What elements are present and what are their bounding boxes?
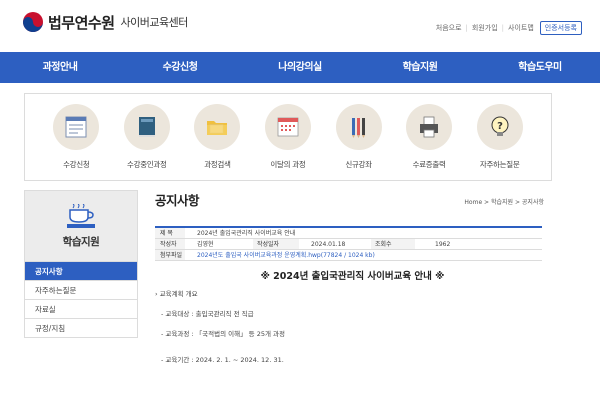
printer-icon	[420, 116, 439, 138]
logo-main-text: 법무연수원	[48, 13, 115, 32]
certificate-register-button[interactable]: 인증서등록	[539, 21, 582, 35]
side-menu-title: 학습지원	[62, 235, 100, 248]
quick-registration[interactable]: 수강신청	[45, 104, 107, 180]
quick-icon-circle	[53, 104, 100, 150]
side-menu-header: 학습지원	[24, 190, 138, 262]
utility-links: 처음으로 | 회원가입 | 사이트맵 인증서등록	[436, 21, 582, 35]
meta-row: 첨부파일 2024년도 출입국 사이버교육과정 운영계획.hwp(77824 /…	[155, 250, 542, 261]
question-bulb-icon: ?	[491, 116, 509, 136]
nav-learning-help[interactable]: 학습도우미	[480, 52, 600, 83]
body-line: - 교육기간 : 2024. 2. 1. ~ 2024. 12. 31.	[161, 356, 284, 364]
breadcrumb: Home > 학습지원 > 공지사항	[464, 199, 544, 206]
calendar-icon	[277, 117, 299, 137]
post-date: 2024.01.18	[311, 241, 346, 248]
quick-label: 수료증출력	[412, 160, 446, 169]
home-link[interactable]: 처음으로	[436, 23, 462, 33]
meta-row: 작성자 김영현 작성일자 2024.01.18 조회수 1962	[155, 239, 542, 250]
side-menu-list: 공지사항 자주하는질문 자료실 규정/지침	[24, 262, 138, 338]
quick-icon-circle	[264, 104, 311, 150]
quick-label: 신규강좌	[345, 160, 372, 169]
quick-course-search[interactable]: 과정검색	[186, 104, 248, 180]
quick-label: 수강신청	[63, 160, 90, 169]
quick-label: 과정검색	[204, 160, 231, 169]
side-item-resources[interactable]: 자료실	[25, 300, 137, 319]
quick-monthly-course[interactable]: 이달의 과정	[257, 104, 319, 180]
quick-menu: 수강신청 수강중인과정 과정검색 이달의 과정 신규강좌 수료증출력 ? 자주하…	[24, 93, 552, 181]
quick-icon-circle	[406, 104, 453, 150]
post-body: › 교육계획 개요 - 교육대상 : 출입국관리직 전 직급 - 교육과정 : …	[155, 288, 550, 374]
quick-icon-circle	[123, 104, 170, 150]
side-item-notice[interactable]: 공지사항	[25, 262, 137, 281]
site-logo[interactable]: 법무연수원 사이버교육센터	[22, 11, 188, 33]
quick-icon-circle	[335, 104, 382, 150]
attachment-link[interactable]: 2024년도 출입국 사이버교육과정 운영계획.hwp(77824 / 1024…	[185, 250, 375, 260]
quick-icon-circle	[194, 104, 241, 150]
attachment-label: 첨부파일	[155, 250, 185, 260]
side-item-faq[interactable]: 자주하는질문	[25, 281, 137, 300]
quick-label: 수강중인과정	[127, 160, 167, 169]
quick-icon-circle: ?	[476, 104, 523, 150]
sitemap-link[interactable]: 사이트맵	[508, 23, 534, 33]
folder-icon	[207, 121, 228, 135]
nav-course-info[interactable]: 과정안내	[0, 52, 120, 83]
registration-form-icon	[65, 116, 87, 138]
views-label: 조회수	[371, 239, 415, 249]
meta-row: 제 목 2024년 출입국관리직 사이버교육 안내	[155, 228, 542, 239]
post-author: 김영현	[197, 241, 214, 248]
nav-registration[interactable]: 수강신청	[120, 52, 240, 83]
body-line: - 교육대상 : 출입국관리직 전 직급	[161, 310, 254, 318]
post-views: 1962	[435, 241, 451, 248]
divider: |	[501, 24, 505, 32]
logo-sub-text: 사이버교육센터	[120, 16, 189, 29]
post-subject: 2024년 출입국관리직 사이버교육 안내	[197, 230, 296, 237]
divider: |	[465, 24, 468, 32]
main-navigation: 과정안내 수강신청 나의강의실 학습지원 학습도우미	[0, 52, 600, 83]
post-meta-table: 제 목 2024년 출입국관리직 사이버교육 안내 작성자 김영현 작성일자 2…	[155, 226, 542, 261]
header: 법무연수원 사이버교육센터 처음으로 | 회원가입 | 사이트맵 인증서등록	[0, 0, 600, 52]
author-label: 작성자	[155, 239, 185, 249]
post-heading: ※ 2024년 출입국관리직 사이버교육 안내 ※	[260, 271, 445, 282]
taegeuk-emblem-icon	[23, 12, 43, 32]
body-line: - 교육과정 : 「국적법의 이해」 등 25개 과정	[161, 330, 285, 338]
date-label: 작성일자	[253, 239, 299, 249]
quick-label: 자주하는질문	[479, 160, 520, 169]
side-menu: 학습지원 공지사항 자주하는질문 자료실 규정/지침	[24, 190, 138, 338]
coffee-book-icon	[67, 203, 95, 228]
nav-my-classroom[interactable]: 나의강의실	[240, 52, 360, 83]
pencils-icon	[351, 118, 365, 138]
quick-in-progress[interactable]: 수강중인과정	[116, 104, 178, 180]
main-content: 공지사항 Home > 학습지원 > 공지사항 제 목 2024년 출입국관리직…	[155, 190, 550, 374]
book-icon	[138, 117, 155, 137]
quick-faq[interactable]: ? 자주하는질문	[469, 104, 531, 180]
nav-learning-support[interactable]: 학습지원	[360, 52, 480, 83]
subject-label: 제 목	[155, 228, 185, 238]
quick-certificate-print[interactable]: 수료증출력	[398, 104, 460, 180]
svg-text:?: ?	[497, 121, 503, 132]
body-line: › 교육계획 개요	[155, 290, 198, 298]
quick-new-lectures[interactable]: 신규강좌	[328, 104, 390, 180]
side-item-regulations[interactable]: 규정/지침	[25, 319, 137, 338]
quick-label: 이달의 과정	[270, 160, 306, 169]
signup-link[interactable]: 회원가입	[472, 23, 498, 33]
